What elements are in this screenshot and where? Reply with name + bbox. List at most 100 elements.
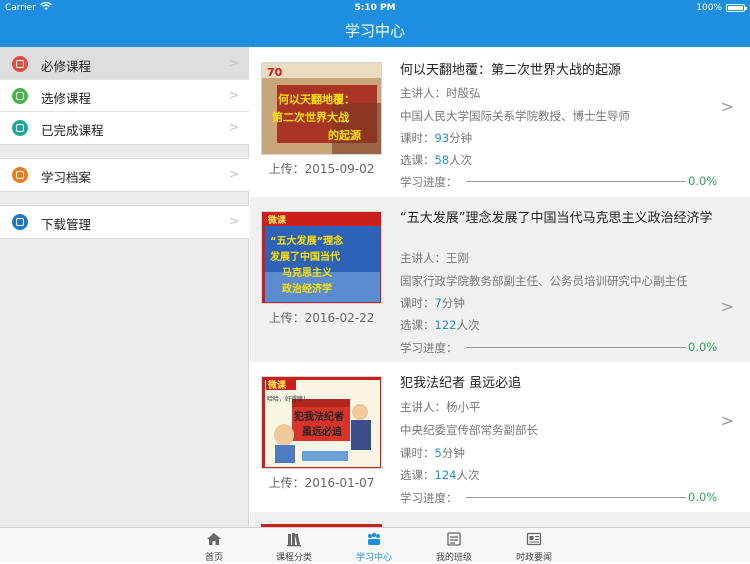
course-card[interactable] bbox=[250, 512, 750, 527]
home-icon bbox=[207, 533, 221, 545]
enroll-unit: 人次 bbox=[449, 153, 473, 167]
enroll-unit: 人次 bbox=[456, 318, 480, 332]
thumb-line: 犯我法纪者 bbox=[293, 410, 344, 423]
chevron-right-icon: > bbox=[228, 120, 239, 134]
tab-home[interactable]: 首页 bbox=[184, 528, 244, 564]
sidebar-item-label: 已完成课程 bbox=[41, 123, 104, 138]
course-card[interactable]: 微课 哈哈，好得嘛！ 犯我法纪者 虽远必追 上传：2016-01-07 犯我法纪… bbox=[250, 362, 750, 512]
progress-bar bbox=[466, 497, 686, 498]
sidebar-item-required-courses[interactable]: 必修课程 > bbox=[0, 48, 249, 80]
thumb-badge: 微课 bbox=[267, 379, 287, 391]
upload-date: 上传：2016-02-22 bbox=[268, 311, 375, 325]
lecturer-affiliation: 中国人民大学国际关系学院教授、博士生导师 bbox=[400, 109, 630, 123]
hours-value: 5 bbox=[434, 446, 442, 460]
hours-row: 课时：7分钟 bbox=[400, 295, 465, 311]
sidebar-item-label: 学习档案 bbox=[41, 170, 92, 185]
battery-icon bbox=[726, 4, 747, 12]
enroll-value: 122 bbox=[434, 318, 457, 332]
sidebar-item-label: 必修课程 bbox=[41, 59, 92, 74]
sidebar-item-label: 下载管理 bbox=[41, 217, 92, 232]
status-bar: Carrier 5:10 PM 100% bbox=[0, 0, 750, 16]
hours-value: 7 bbox=[434, 296, 442, 310]
thumb-line: 何以天翻地覆： bbox=[278, 92, 355, 106]
progress-label: 学习进度： bbox=[400, 175, 458, 189]
course-title: “五大发展”理念发展了中国当代马克思主义政治经济学 bbox=[400, 211, 713, 226]
enroll-label: 选课： bbox=[400, 153, 435, 167]
hours-label: 课时： bbox=[400, 446, 435, 460]
thumb-line: 马克思主义 bbox=[282, 266, 333, 279]
chevron-right-icon[interactable]: > bbox=[721, 97, 734, 116]
hours-unit: 分钟 bbox=[441, 296, 465, 310]
study-center-icon bbox=[368, 532, 380, 545]
hours-label: 课时： bbox=[400, 131, 435, 145]
lecturer-row: 主讲人：杨小平 bbox=[400, 399, 481, 415]
lecturer-name: 杨小平 bbox=[446, 400, 481, 414]
enroll-label: 选课： bbox=[400, 468, 435, 482]
tab-my-class[interactable]: 我的班级 bbox=[424, 528, 484, 564]
sidebar-item-label: 选修课程 bbox=[41, 91, 92, 106]
course-thumbnail[interactable]: 微课 “五大发展”理念 发展了中国当代 马克思主义 政治经济学 bbox=[261, 211, 382, 304]
hours-unit: 分钟 bbox=[449, 131, 473, 145]
course-title: 犯我法纪者 虽远必追 bbox=[400, 376, 522, 391]
course-card[interactable]: 70 何以天翻地覆： 第二次世界大战 的起源 上传：2015-09-02 何以天… bbox=[250, 47, 750, 197]
page-title: 学习中心 bbox=[344, 22, 405, 40]
hours-unit: 分钟 bbox=[441, 446, 465, 460]
sidebar-group-downloads: 下载管理 > bbox=[0, 205, 249, 239]
hours-value: 93 bbox=[434, 131, 450, 145]
course-thumbnail[interactable]: 70 何以天翻地覆： 第二次世界大战 的起源 bbox=[261, 62, 382, 155]
lecturer-row: 主讲人：王刚 bbox=[400, 250, 469, 266]
course-card[interactable]: 微课 “五大发展”理念 发展了中国当代 马克思主义 政治经济学 上传：2016-… bbox=[250, 197, 750, 362]
lecturer-affiliation: 国家行政学院教务部副主任、公务员培训研究中心副主任 bbox=[400, 274, 688, 288]
thumb-line: 发展了中国当代 bbox=[269, 250, 340, 263]
hours-row: 课时：5分钟 bbox=[400, 445, 465, 461]
thumb-badge: 微课 bbox=[267, 214, 287, 226]
lecturer-row: 主讲人：时殷弘 bbox=[400, 85, 481, 101]
sidebar-item-completed-courses[interactable]: 已完成课程 > bbox=[0, 112, 249, 144]
clock: 5:10 PM bbox=[354, 3, 396, 13]
top-bar: Carrier 5:10 PM 100% 学习中心 bbox=[0, 0, 750, 47]
tab-bar: 首页 课程分类 学习中心 我的班级 时政要闻 bbox=[0, 527, 750, 563]
thumb-line: 政治经济学 bbox=[282, 282, 332, 295]
chevron-right-icon: > bbox=[228, 88, 239, 102]
sidebar-item-study-archive[interactable]: 学习档案 > bbox=[0, 159, 249, 191]
progress-value: 0.0% bbox=[688, 490, 718, 504]
sidebar-item-elective-courses[interactable]: 选修课程 > bbox=[0, 80, 249, 112]
upload-date: 上传：2015-09-02 bbox=[268, 162, 375, 176]
thumb-line: “五大发展”理念 bbox=[270, 234, 343, 247]
thumb-line: 虽远必追 bbox=[302, 425, 343, 438]
news-icon bbox=[526, 532, 542, 546]
enroll-value: 124 bbox=[434, 468, 457, 482]
tab-label: 课程分类 bbox=[275, 553, 312, 563]
books-icon bbox=[287, 533, 301, 547]
tab-current-affairs[interactable]: 时政要闻 bbox=[504, 528, 564, 564]
tab-label: 首页 bbox=[204, 553, 223, 563]
progress-label: 学习进度： bbox=[400, 491, 458, 505]
enroll-row: 选课：124人次 bbox=[400, 467, 479, 483]
chevron-right-icon[interactable]: > bbox=[721, 411, 734, 430]
tab-study-center[interactable]: 学习中心 bbox=[344, 528, 404, 564]
enroll-unit: 人次 bbox=[456, 468, 480, 482]
course-title: 何以天翻地覆：第二次世界大战的起源 bbox=[400, 63, 622, 78]
enroll-label: 选课： bbox=[400, 318, 435, 332]
tab-course-categories[interactable]: 课程分类 bbox=[264, 528, 324, 564]
chevron-right-icon[interactable]: > bbox=[721, 297, 734, 316]
battery-percentage: 100% bbox=[696, 3, 722, 13]
tab-label: 我的班级 bbox=[435, 553, 472, 563]
upload-date: 上传：2016-01-07 bbox=[268, 476, 375, 490]
lecturer-affiliation: 中央纪委宣传部常务副部长 bbox=[400, 423, 538, 437]
sidebar: 必修课程 > 选修课程 > 已完成课程 > 学习档案 > 下载管理 > bbox=[0, 47, 249, 527]
progress-value: 0.0% bbox=[688, 340, 718, 354]
sidebar-item-download-management[interactable]: 下载管理 > bbox=[0, 206, 249, 238]
enroll-row: 选课：122人次 bbox=[400, 317, 479, 333]
chevron-right-icon: > bbox=[228, 167, 239, 181]
thumb-line: 的起源 bbox=[328, 128, 361, 142]
enroll-row: 选课：58人次 bbox=[400, 152, 472, 168]
progress-bar bbox=[466, 347, 686, 348]
thumb-speech: 哈哈，好得嘛！ bbox=[267, 395, 309, 403]
course-list: 70 何以天翻地覆： 第二次世界大战 的起源 上传：2015-09-02 何以天… bbox=[250, 47, 750, 527]
lecturer-label: 主讲人： bbox=[400, 251, 446, 265]
hours-row: 课时：93分钟 bbox=[400, 130, 472, 146]
tab-label: 学习中心 bbox=[355, 553, 392, 563]
progress-value: 0.0% bbox=[688, 174, 718, 188]
course-thumbnail[interactable]: 微课 哈哈，好得嘛！ 犯我法纪者 虽远必追 bbox=[261, 376, 382, 469]
